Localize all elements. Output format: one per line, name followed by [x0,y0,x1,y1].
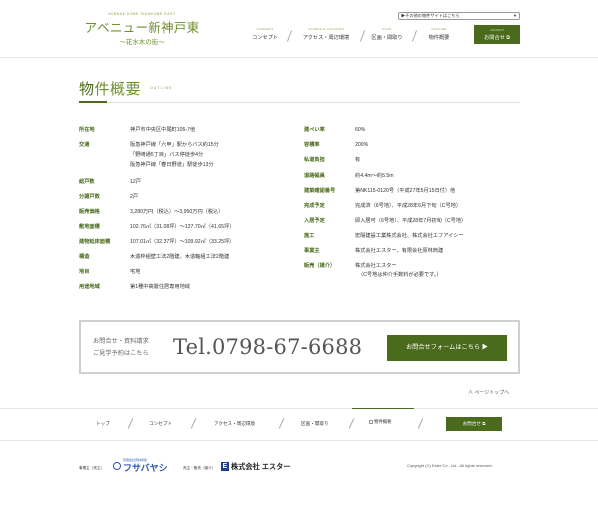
spec-label: 建ぺい率 [304,127,325,133]
spec-value: 宏陽建設工業株式会社、株式会社エフアイシー [355,233,464,239]
site-logo[interactable]: AVENUE KOBE SHINKOBE EAST アベニュー新神戸東 〜花水木… [82,12,202,46]
spec-label: 地目 [79,269,90,275]
footer-contact-label: お問合せ [462,421,481,426]
footer-nav [0,408,598,441]
header-contact-button[interactable]: CONTACT お問合せ ⧉ [474,25,520,44]
external-link-icon: ⧉ [506,35,510,41]
chevron-up-icon: ∧ [468,390,474,396]
developer-label: 事業主（売主） [79,466,105,470]
other-sites-select-value: ▶その他の物件サイトはこちら [401,13,460,18]
header-contact-label: お問合せ [484,35,505,41]
spec-label: 交通 [79,142,90,148]
page-top-link[interactable]: ∧ ページトップへ [468,389,509,396]
nav-access[interactable]: ACCESS & LOCATION アクセス・周辺環境 [295,27,357,45]
chevron-down-icon: ▼ [513,13,517,18]
ester-mark-icon: E [221,462,229,471]
fusabayashi-logo-name: フサバヤシ [123,463,168,473]
spec-label: 完成予定 [304,203,325,209]
spec-label: 事業主 [304,248,320,254]
spec-value: 株式会社エスター [355,263,397,269]
nav-access-label: アクセス・周辺環境 [302,35,350,41]
spec-value: 約4.4m〜約5.5m [355,173,394,179]
fusabayashi-mark-icon [113,462,121,470]
spec-value: 第1種中高層住居専用地域 [130,284,190,290]
contact-form-button[interactable]: お問合せフォームはこちら ▶ [387,335,507,361]
spec-label: 総戸数 [79,179,95,185]
spec-value: 即入居可（6号地）、平成28年7月初旬（C号地） [355,218,467,224]
spec-label: 所在地 [79,127,95,133]
contact-caption: ご見学予約はこちら [93,350,149,357]
spec-value: 神戸市中央区中尾町105-7他 [130,127,196,133]
nav-concept[interactable]: CONCEPT コンセプト [247,27,283,45]
title-divider-accent [79,101,107,103]
nav-plan-en: PLAN [382,27,392,31]
spec-value: 有 [355,157,361,163]
copyright: Copyright (C) Ester Co., Ltd . All right… [407,463,493,468]
contact-caption: お問合せ・資料請求 [93,338,149,345]
other-sites-select[interactable]: ▶その他の物件サイトはこちら ▼ [398,12,520,20]
logo-subtitle: AVENUE KOBE SHINKOBE EAST [108,12,176,16]
spec-value: 102.76㎡（31.08坪）〜137.70㎡（41.65坪） [130,224,235,230]
nav-outline-en: OUTLINE [431,27,447,31]
nav-outline-label: 物件概要 [428,35,450,41]
nav-plan[interactable]: PLAN 区画・間取り [367,27,407,45]
footer-nav-active-indicator [352,408,414,409]
footer-nav-access[interactable]: アクセス・周辺環境 [214,421,255,427]
page-title-rest: 件概要 [94,80,142,98]
nav-plan-label: 区画・間取り [371,35,403,41]
spec-label: 施工 [304,233,315,239]
footer-nav-outline-alt: 物件概要 [374,419,392,424]
spec-value: 阪急神戸線「六甲」駅からバス約15分 [130,142,219,148]
spec-value: 200% [355,142,369,148]
nav-access-en: ACCESS & LOCATION [307,27,345,31]
spec-value: 木造枠組壁工法2階建、木造軸組工法2階建 [130,254,230,260]
phone-number[interactable]: Tel.0798-67-6688 [173,335,362,359]
spec-label: 入居予定 [304,218,325,224]
spec-value: 107.01㎡（32.37坪）〜109.92㎡（33.25坪） [130,239,235,245]
spec-value: 3,280万円（税込）〜3,950万円（税込） [130,209,224,215]
spec-label: 道路幅員 [304,173,325,179]
spec-label: 販売価格 [79,209,100,215]
page-top-label: ページトップへ [474,390,510,396]
spec-label: 分譲戸数 [79,194,100,200]
external-link-icon: ⧉ [482,421,486,426]
nav-concept-label: コンセプト [252,35,278,41]
spec-value: 60% [355,127,366,133]
spec-label: 敷地面積 [79,224,100,230]
spec-value: 12戸 [130,179,141,185]
contact-box: お問合せ・資料請求 ご見学予約はこちら Tel.0798-67-6688 お問合… [79,320,520,374]
title-divider [79,102,520,103]
spec-label: 用途地域 [79,284,100,290]
spec-value: 2戸 [130,194,139,200]
spec-label: 構造 [79,254,90,260]
spec-label: 私道負担 [304,157,325,163]
footer-nav-concept[interactable]: コンセプト [149,421,172,427]
spec-value: 「野崎通5丁目」バス停徒歩4分 [130,152,204,158]
page-title: 物件概要 [79,78,141,99]
spec-value: 阪急神戸線「春日野道」駅徒歩13分 [130,162,214,168]
logo-tagline: 〜花水木の街〜 [119,38,165,46]
spec-value: （C号地は仲介手数料が必要です。） [358,272,442,278]
spec-value: 第NK115-0120号（平成27年5月15日付）他 [355,188,456,194]
spec-label: 容積率 [304,142,320,148]
seller-label: 売主・販売（媒介） [183,466,216,470]
spec-label: 販売（媒介） [304,263,336,269]
footer-nav-top[interactable]: トップ [96,421,110,427]
spec-label: 建築確認番号 [304,188,336,194]
nav-concept-en: CONCEPT [256,27,274,31]
footer-nav-outline[interactable]: 物件概要 [369,419,392,425]
footer-contact-button[interactable]: お問合せ ⧉ [446,417,502,431]
page-title-en: OUTLINE [150,86,173,90]
spec-value: 完成済（6号地）、平成28年6月下旬（C号地） [355,203,462,209]
page-title-first-char: 物 [79,80,95,98]
spec-value: 株式会社エスター、有限会社原林商建 [355,248,444,254]
spec-value: 宅地 [130,269,141,275]
nav-outline[interactable]: OUTLINE 物件概要 [421,27,457,45]
logo-title: アベニュー新神戸東 [84,20,200,35]
broken-image-icon [369,419,373,424]
spec-label: 建物延床面積 [79,239,111,245]
header-contact-en: CONTACT [489,28,505,32]
ester-logo-name: 株式会社 エスター [231,462,291,471]
footer-nav-plan[interactable]: 区画・間取り [301,421,329,427]
